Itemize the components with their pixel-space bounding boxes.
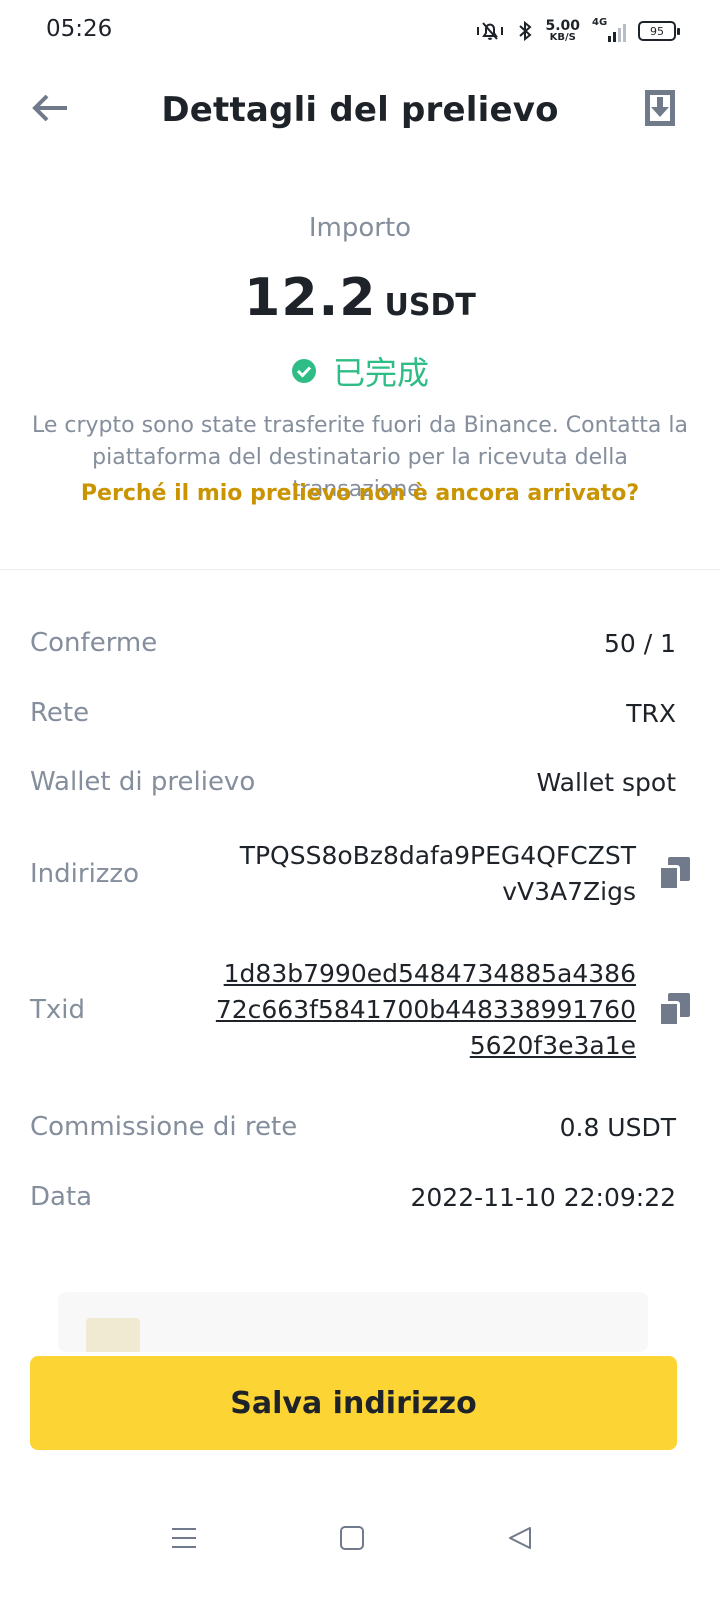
status-time: 05:26 xyxy=(46,16,113,42)
page-title: Dettagli del prelievo xyxy=(161,90,559,130)
txid-label: Txid xyxy=(30,995,85,1025)
system-back-button[interactable] xyxy=(490,1508,550,1568)
status-bar: 05:26 5.00 KB/S 4G 95 xyxy=(0,0,720,64)
wallet-label: Wallet di prelievo xyxy=(30,767,256,797)
wallet-row: Wallet di prelievo Wallet spot xyxy=(30,767,676,797)
address-line: vV3A7Zigs xyxy=(502,877,636,906)
address-value-group: TPQSS8oBz8dafa9PEG4QFCZST vV3A7Zigs xyxy=(240,838,690,910)
save-address-button[interactable]: Salva indirizzo xyxy=(30,1356,677,1450)
fee-value: 0.8 USDT xyxy=(559,1112,676,1142)
promo-thumbnail xyxy=(86,1318,140,1352)
promo-card xyxy=(58,1292,648,1352)
network-label: Rete xyxy=(30,698,90,728)
check-circle-icon xyxy=(291,359,316,383)
help-link[interactable]: Perché il mio prelievo non è ancora arri… xyxy=(0,481,720,506)
network-type: 4G xyxy=(592,17,608,28)
txid-line[interactable]: 72c663f5841700b448338991760 xyxy=(216,995,636,1024)
confirmations-row: Conferme 50 / 1 xyxy=(30,628,676,658)
home-button[interactable] xyxy=(322,1508,382,1568)
status-row: 已完成 xyxy=(0,348,720,394)
address-row: Indirizzo TPQSS8oBz8dafa9PEG4QFCZST vV3A… xyxy=(30,838,690,910)
txid-row: Txid 1d83b7990ed5484734885a4386 72c663f5… xyxy=(30,956,690,1064)
amount-label: Importo xyxy=(308,213,412,243)
menu-icon xyxy=(172,1528,196,1548)
wallet-value: Wallet spot xyxy=(536,767,676,797)
confirmations-label: Conferme xyxy=(30,628,158,658)
download-share-icon xyxy=(645,90,675,126)
address-line: TPQSS8oBz8dafa9PEG4QFCZST xyxy=(239,841,636,870)
home-square-icon xyxy=(340,1526,364,1550)
copy-address-button[interactable] xyxy=(658,857,690,891)
fee-label: Commissione di rete xyxy=(30,1112,298,1142)
date-value: 2022-11-10 22:09:22 xyxy=(410,1182,676,1212)
signal-icon: 4G xyxy=(592,17,626,42)
network-speed-unit: KB/S xyxy=(549,32,576,43)
status-icons: 5.00 KB/S 4G 95 xyxy=(475,16,680,46)
txid-line[interactable]: 1d83b7990ed5484734885a4386 xyxy=(224,959,636,988)
menu-button[interactable] xyxy=(154,1508,214,1568)
share-button[interactable] xyxy=(636,84,684,132)
txid-line[interactable]: 5620f3e3a1e xyxy=(470,1031,636,1060)
confirmations-value: 50 / 1 xyxy=(603,628,676,658)
back-triangle-icon xyxy=(509,1527,531,1549)
network-value: TRX xyxy=(626,698,676,728)
header: Dettagli del prelievo xyxy=(0,72,720,144)
divider xyxy=(0,569,720,570)
battery-level: 95 xyxy=(650,24,664,38)
network-row: Rete TRX xyxy=(30,698,676,728)
txid-value[interactable]: 1d83b7990ed5484734885a4386 72c663f584170… xyxy=(216,956,636,1064)
copy-txid-button[interactable] xyxy=(658,993,690,1027)
mute-vibrate-icon xyxy=(475,19,505,43)
network-speed-value: 5.00 xyxy=(545,18,580,34)
network-speed: 5.00 KB/S xyxy=(545,19,580,43)
amount-value: 12.2 xyxy=(244,268,377,328)
bluetooth-icon xyxy=(517,19,533,43)
date-label: Data xyxy=(30,1182,93,1212)
amount-unit: USDT xyxy=(384,288,476,323)
amount-display: 12.2 USDT xyxy=(0,268,720,328)
battery-icon: 95 xyxy=(638,21,680,41)
date-row: Data 2022-11-10 22:09:22 xyxy=(30,1182,676,1212)
fee-row: Commissione di rete 0.8 USDT xyxy=(30,1112,676,1142)
txid-value-group: 1d83b7990ed5484734885a4386 72c663f584170… xyxy=(216,956,690,1064)
address-label: Indirizzo xyxy=(30,859,139,889)
system-nav-bar xyxy=(0,1490,720,1600)
address-value: TPQSS8oBz8dafa9PEG4QFCZST vV3A7Zigs xyxy=(240,838,636,910)
status-text: 已完成 xyxy=(332,354,429,392)
